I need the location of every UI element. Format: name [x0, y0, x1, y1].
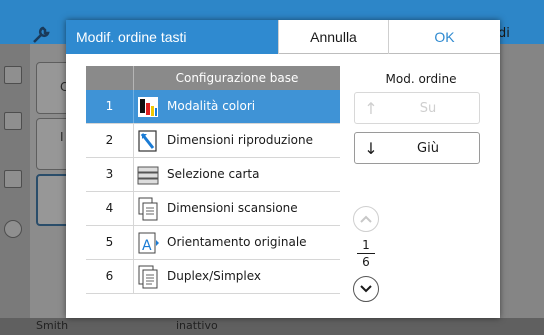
row-label: Dimensioni scansione: [167, 201, 298, 215]
background-tile-letter: I: [60, 130, 64, 144]
row-number: 6: [86, 260, 134, 293]
reproduction-size-icon: [134, 124, 162, 157]
row-number: 5: [86, 226, 134, 259]
row-number: 4: [86, 192, 134, 225]
original-orientation-icon: A: [134, 226, 162, 259]
table-row[interactable]: 4 Dimensioni scansione: [86, 192, 340, 226]
check-circle-icon: [4, 220, 22, 238]
table-row[interactable]: 5 A Orientamento originale: [86, 226, 340, 260]
row-number: 1: [86, 90, 134, 123]
dialog-title: Modif. ordine tasti: [66, 20, 278, 54]
chevron-down-icon: [360, 285, 372, 293]
table-header: Configurazione base: [86, 66, 340, 90]
paper-selection-icon: [134, 158, 162, 191]
row-number: 2: [86, 124, 134, 157]
background-footer: [0, 318, 544, 335]
color-mode-icon: [134, 90, 162, 123]
move-down-button[interactable]: ↓ Giù: [354, 132, 480, 164]
cancel-button[interactable]: Annulla: [278, 20, 388, 54]
background-left-strip: [0, 44, 30, 318]
page-current: 1: [362, 238, 370, 252]
page-down-button[interactable]: [353, 276, 379, 302]
table-row[interactable]: 1 Modalità colori: [86, 90, 340, 124]
table-header-label: Configurazione base: [175, 71, 299, 85]
background-right-strip: [500, 44, 544, 318]
row-number: 3: [86, 158, 134, 191]
footer-status: inattivo: [176, 319, 218, 332]
table-row[interactable]: 6 Duplex/Simplex: [86, 260, 340, 294]
page-total: 6: [362, 255, 370, 269]
reorder-keys-dialog: Modif. ordine tasti Annulla OK Configura…: [66, 20, 500, 318]
move-up-label: Su: [419, 100, 437, 116]
row-label: Orientamento originale: [167, 235, 307, 249]
table-header-number: [86, 66, 134, 90]
row-label: Duplex/Simplex: [167, 269, 261, 283]
wrench-icon: [33, 26, 50, 43]
row-label: Dimensioni riproduzione: [167, 133, 314, 147]
order-panel-title: Mod. ordine: [385, 72, 457, 86]
duplex-icon: [134, 260, 162, 293]
move-up-button[interactable]: ↑ Su: [354, 92, 480, 124]
arrow-down-icon: ↓: [364, 138, 378, 158]
chevron-up-icon: [360, 215, 372, 223]
table-row[interactable]: 3 Selezione carta: [86, 158, 340, 192]
ok-button[interactable]: OK: [388, 20, 500, 54]
page-up-button[interactable]: [353, 206, 379, 232]
keys-table: Configurazione base 1 Modalità colori 2: [86, 66, 340, 294]
arrow-up-icon: ↑: [364, 98, 378, 118]
page-fraction-line: [357, 253, 375, 254]
row-label: Selezione carta: [167, 167, 260, 181]
scan-size-icon: [134, 192, 162, 225]
table-row[interactable]: 2 Dimensioni riproduzione: [86, 124, 340, 158]
row-label: Modalità colori: [167, 99, 256, 113]
document-icon: [4, 112, 22, 130]
dialog-header: Modif. ordine tasti Annulla OK: [66, 20, 500, 54]
checkbox-icon: [4, 170, 22, 188]
footer-user: Smith: [36, 319, 69, 332]
move-down-label: Giù: [417, 140, 439, 156]
document-icon: [4, 66, 22, 84]
svg-text:A: A: [142, 238, 152, 254]
